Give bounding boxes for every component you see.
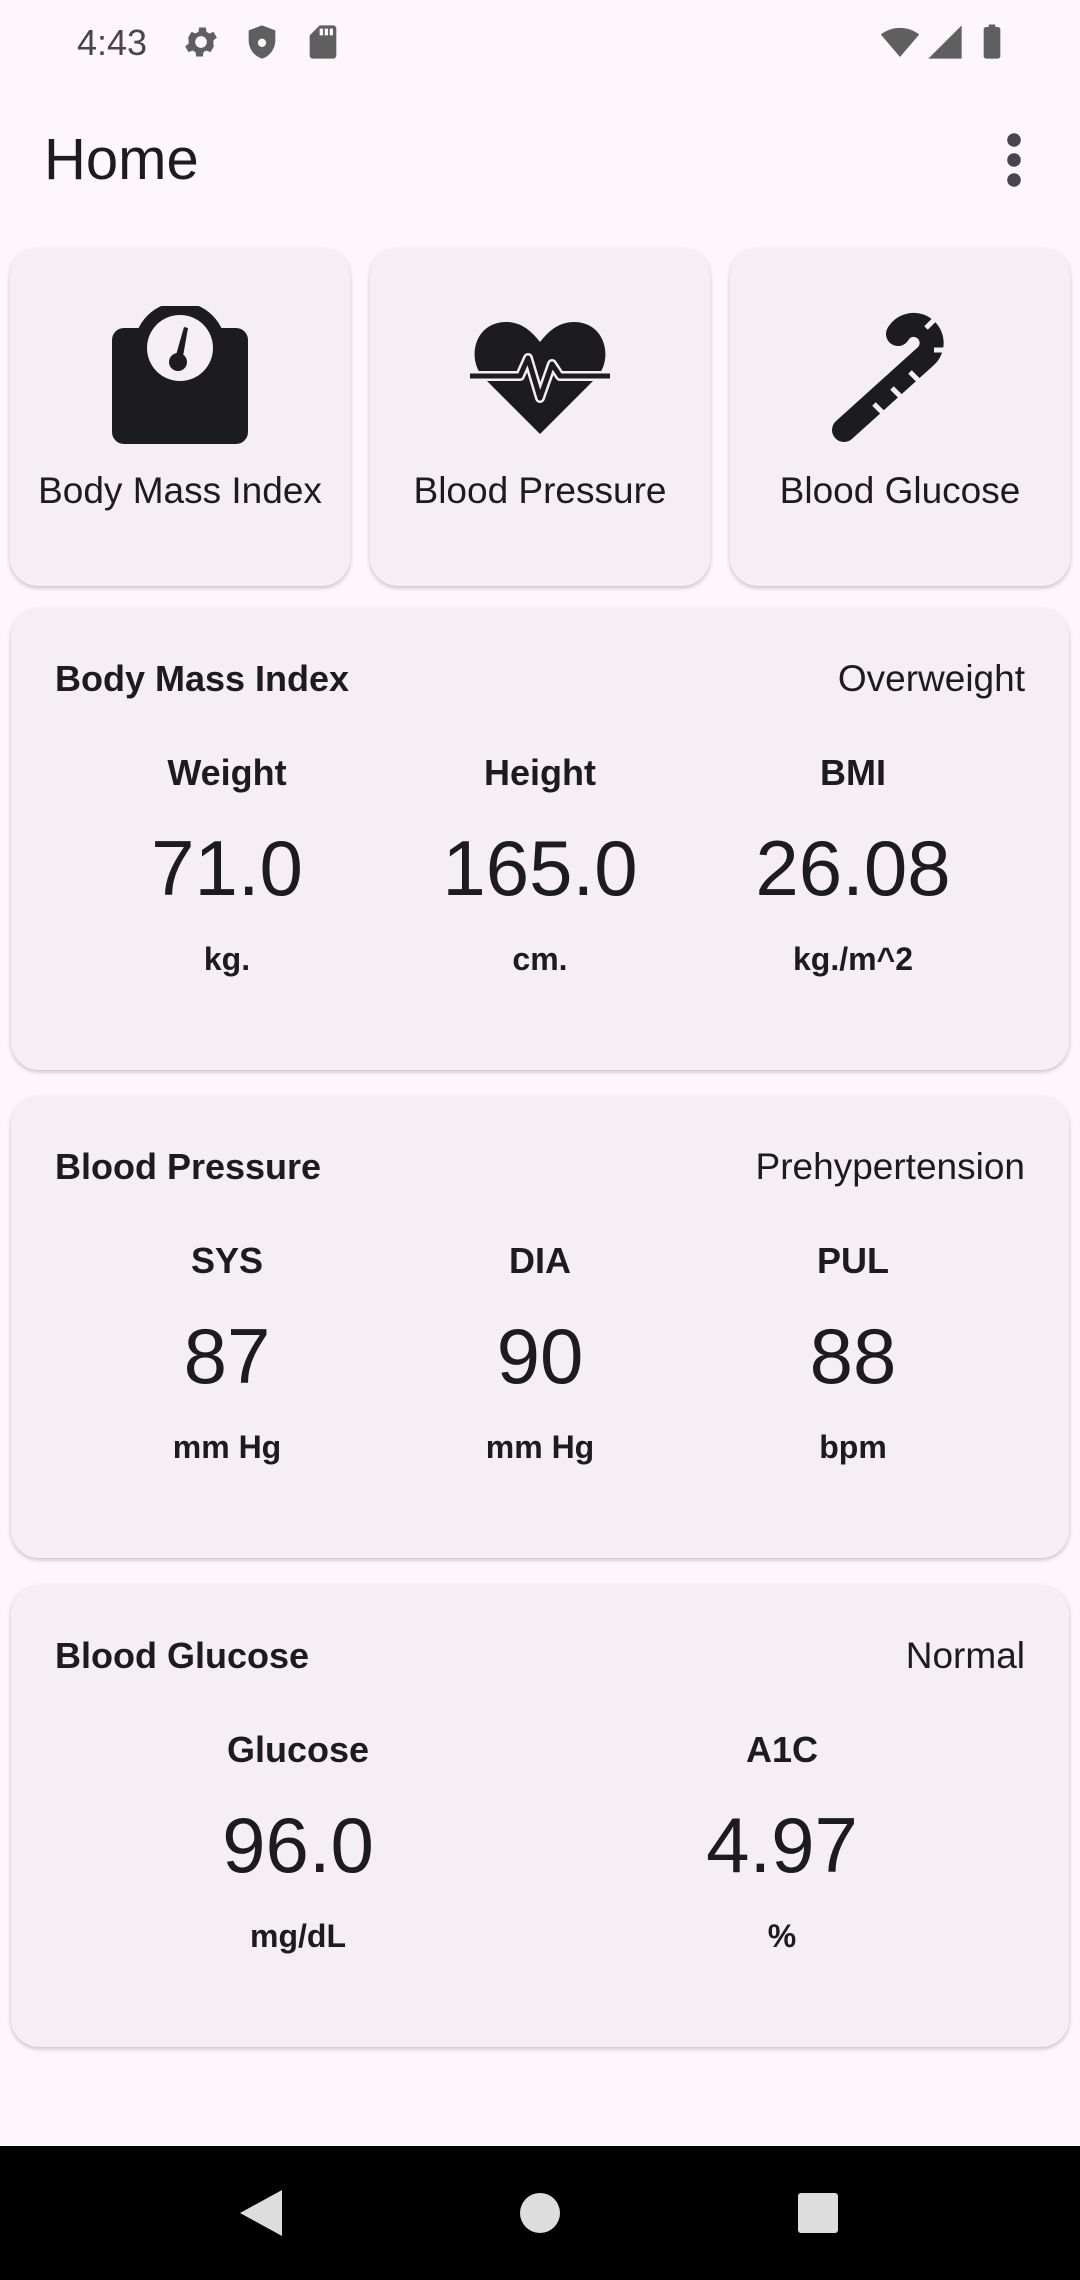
gear-icon: [185, 27, 217, 57]
tile-body-mass-index[interactable]: Body Mass Index: [10, 248, 350, 586]
metric-value: 96.0: [222, 1801, 374, 1889]
card-title: Blood Pressure: [55, 1146, 322, 1187]
heart-pulse-icon: [470, 322, 610, 434]
metric-pul: PUL 88 bpm: [663, 1236, 1043, 1472]
metric-unit: bpm: [819, 1429, 887, 1465]
quick-tiles: Body Mass Index Blood Pressure Blood Glu…: [10, 248, 1070, 586]
metric-value: 88: [809, 1312, 897, 1400]
tile-label: Blood Glucose: [779, 470, 1021, 511]
candy-cane-icon: [832, 312, 948, 442]
status-label: Overweight: [837, 658, 1025, 699]
metric-label: A1C: [745, 1729, 819, 1770]
status-bar: 4:43: [0, 0, 1080, 88]
tile-label: Body Mass Index: [38, 470, 322, 511]
blood-pressure-card[interactable]: Blood Pressure Prehypertension SYS 87 mm…: [11, 1096, 1069, 1558]
status-label: Prehypertension: [755, 1146, 1025, 1187]
status-time: 4:43: [77, 22, 148, 63]
metric-a1c: A1C 4.97 %: [602, 1725, 962, 1961]
shield-icon: [248, 25, 276, 59]
scale-icon: [112, 306, 248, 444]
card-title: Blood Glucose: [55, 1635, 310, 1676]
back-icon[interactable]: [200, 2146, 320, 2280]
metric-unit: kg./m^2: [792, 941, 914, 977]
sd-card-icon: [309, 25, 337, 59]
wifi-icon: [880, 27, 920, 57]
metric-glucose: Glucose 96.0 mg/dL: [118, 1725, 478, 1961]
metric-value: 26.08: [755, 824, 951, 912]
top-app-bar: Home: [0, 88, 1080, 228]
metric-unit: %: [767, 1918, 797, 1954]
metric-bmi: BMI 26.08 kg./m^2: [663, 748, 1043, 984]
tile-label: Blood Pressure: [413, 470, 667, 511]
page-title: Home: [44, 127, 199, 192]
tile-blood-pressure[interactable]: Blood Pressure: [370, 248, 710, 586]
metric-label: Glucose: [226, 1729, 370, 1770]
battery-icon: [983, 24, 1001, 59]
metric-unit: mg/dL: [250, 1918, 346, 1954]
metric-value: 4.97: [706, 1801, 858, 1889]
signal-icon: [928, 25, 962, 59]
card-title: Body Mass Index: [55, 658, 350, 699]
recents-icon[interactable]: [758, 2146, 878, 2280]
metric-label: BMI: [820, 752, 886, 793]
bmi-card[interactable]: Body Mass Index Overweight Weight 71.0 k…: [11, 608, 1069, 1070]
system-nav-bar: [0, 2146, 1080, 2280]
blood-glucose-card[interactable]: Blood Glucose Normal Glucose 96.0 mg/dL …: [11, 1585, 1069, 2047]
status-label: Normal: [905, 1635, 1025, 1676]
tile-blood-glucose[interactable]: Blood Glucose: [730, 248, 1070, 586]
home-icon[interactable]: [480, 2146, 600, 2280]
metric-label: PUL: [817, 1240, 889, 1281]
more-vert-icon[interactable]: [990, 128, 1038, 192]
